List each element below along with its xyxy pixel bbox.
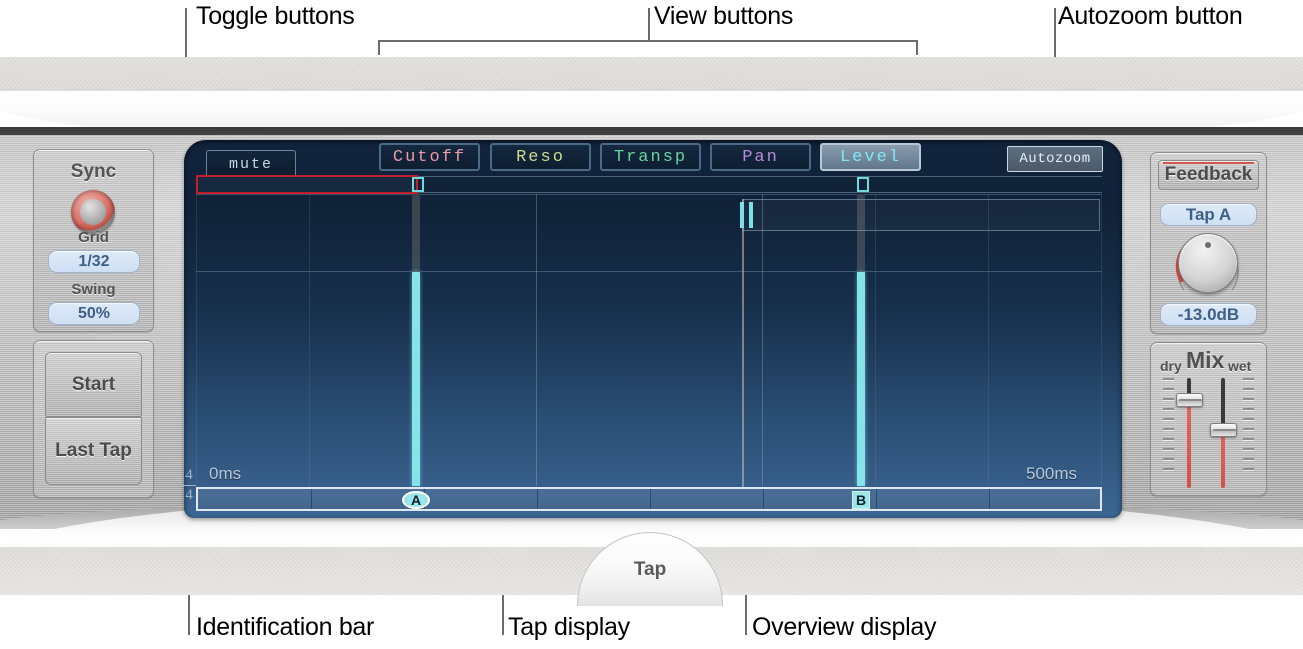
sync-led-button[interactable] [71,190,115,234]
gridline-vertical [196,194,197,486]
idbar-divider [537,489,538,509]
gridline-vertical [875,194,876,486]
tap-bar-a[interactable] [412,194,420,486]
feedback-knob[interactable] [1178,233,1238,293]
wet-slider-fill [1221,434,1225,488]
view-button-pan[interactable]: Pan [710,143,811,171]
feedback-knob-indicator [1205,242,1211,248]
view-button-level[interactable]: Level [820,143,921,171]
tap-marker-a-label: A [410,492,422,508]
view-button-reso-label: Reso [516,147,565,167]
dry-label: dry [1160,358,1182,374]
overview-playhead[interactable] [742,199,744,494]
tap-button-label: Tap [633,559,667,580]
mix-label: Mix [1186,347,1225,373]
grid-value-field[interactable]: 1/32 [48,250,140,273]
view-button-cutoff[interactable]: Cutoff [379,143,480,171]
leader-view-bracket-right [916,40,918,55]
leader-view-buttons-bracket [378,40,918,42]
view-button-transp-label: Transp [613,147,688,167]
time-signature-numerator: 4 [185,467,193,483]
toggle-button-mute[interactable]: mute [206,150,296,178]
idbar-divider [989,489,990,509]
gridline-vertical [536,194,537,486]
callout-overview-display: Overview display [752,613,937,641]
gridline-horizontal [196,271,1102,272]
view-button-reso[interactable]: Reso [490,143,591,171]
leader-view-bracket-left [378,40,380,55]
time-start-label: 0ms [209,464,242,483]
swing-label: Swing [71,281,116,298]
gridline-vertical [1101,194,1102,486]
wet-label: wet [1228,358,1252,374]
view-button-transp[interactable]: Transp [600,143,701,171]
view-button-level-label: Level [839,147,901,167]
tap-bar-a-stem-top [412,194,420,272]
overview-display[interactable] [742,199,1100,231]
swing-value-field[interactable]: 50% [48,302,140,325]
view-button-cutoff-label: Cutoff [392,147,467,167]
view-button-pan-label: Pan [742,147,779,167]
dry-slider-fill [1187,404,1191,488]
tap-marker-a[interactable]: A [402,491,430,509]
lane-handle-a[interactable] [412,177,424,192]
autozoom-button[interactable]: Autozoom [1007,146,1103,172]
time-signature-divider [182,485,196,486]
wet-slider-ticks [1243,378,1254,478]
callout-toggle-buttons: Toggle buttons [196,2,355,30]
sync-label: Sync [70,161,117,182]
overview-tap-tick-b [749,202,753,228]
feedback-button[interactable]: Feedback [1158,160,1259,190]
idbar-divider [650,489,651,509]
tap-plot-area[interactable] [196,194,1102,486]
gridline-vertical [988,194,989,486]
idbar-divider [876,489,877,509]
overview-tap-tick-a [740,202,744,228]
tap-bar-b-stem-level [857,272,865,486]
leader-view-buttons [648,8,650,42]
tap-marker-b[interactable]: B [852,491,870,509]
time-end-label: 500ms [1026,464,1078,483]
callout-tap-display: Tap display [508,613,630,641]
wet-slider-thumb[interactable] [1210,423,1237,437]
lane-handle-b[interactable] [857,177,869,192]
gridline-horizontal [196,194,1102,195]
identification-bar[interactable]: A B [196,487,1102,511]
dry-slider-ticks [1163,378,1174,478]
callout-autozoom-button: Autozoom button [1058,2,1243,30]
grid-label: Grid [78,229,109,246]
feedback-db-field[interactable]: -13.0dB [1160,303,1257,326]
idbar-divider [763,489,764,509]
callout-identification-bar: Identification bar [196,613,375,641]
dry-slider-thumb[interactable] [1176,393,1203,407]
tap-marker-b-label: B [855,492,867,508]
callout-view-buttons: View buttons [654,2,794,30]
feedback-tap-field[interactable]: Tap A [1160,203,1257,226]
gridline-vertical [309,194,310,486]
tap-bar-b[interactable] [857,194,865,486]
start-button[interactable]: Start [45,352,142,417]
parameter-lane-selection[interactable] [196,175,418,194]
last-tap-button[interactable]: Last Tap [45,417,142,485]
idbar-divider [311,489,312,509]
tap-bar-a-stem-level [412,272,420,486]
feedback-button-red-underline [1163,162,1254,164]
gridline-vertical [762,194,763,486]
